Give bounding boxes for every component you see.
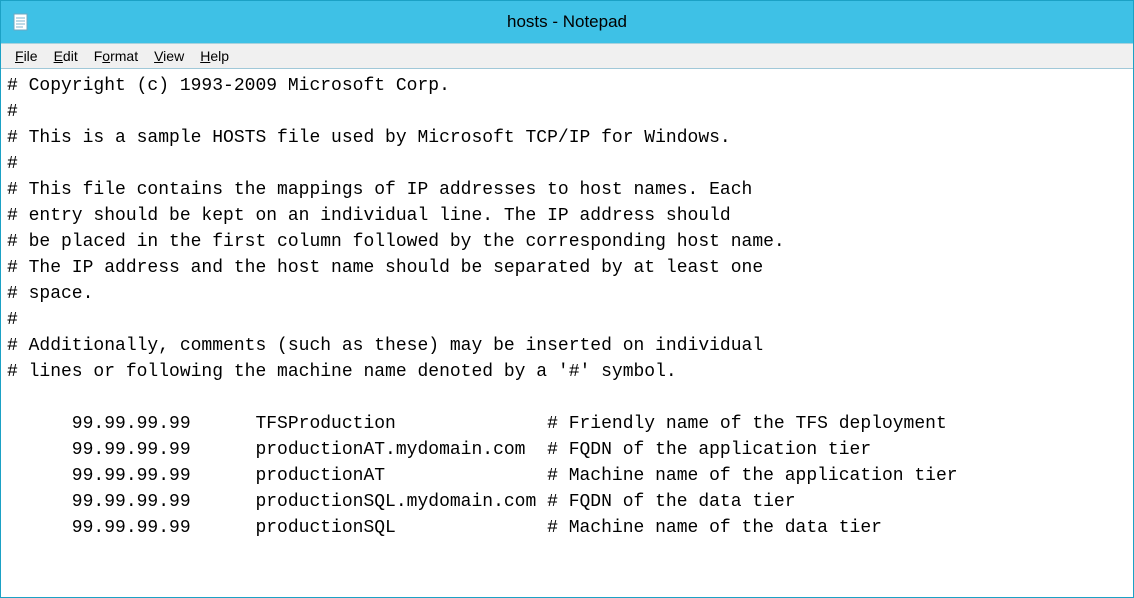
menu-view[interactable]: View (146, 46, 192, 66)
menu-format[interactable]: Format (86, 46, 146, 66)
text-area[interactable]: # Copyright (c) 1993-2009 Microsoft Corp… (1, 69, 1133, 597)
menu-help[interactable]: Help (192, 46, 237, 66)
menubar: File Edit Format View Help (1, 44, 1133, 69)
window-title: hosts - Notepad (507, 12, 627, 32)
notepad-window: hosts - Notepad File Edit Format View He… (0, 0, 1134, 598)
app-icon (11, 12, 31, 32)
menu-edit[interactable]: Edit (46, 46, 86, 66)
titlebar[interactable]: hosts - Notepad (1, 1, 1133, 44)
menu-file[interactable]: File (7, 46, 46, 66)
